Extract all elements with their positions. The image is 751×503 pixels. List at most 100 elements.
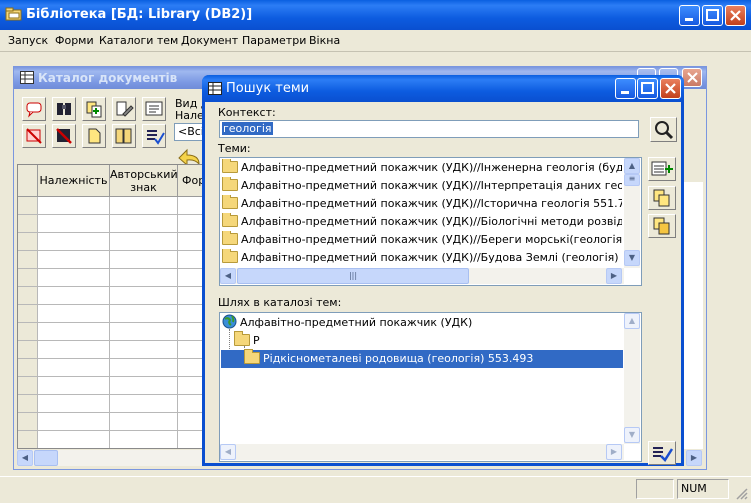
- scroll-up-button[interactable]: ▲: [624, 158, 640, 174]
- topics-list[interactable]: Алфавітно-предметний покажчик (УДК)//Інж…: [219, 157, 642, 286]
- topic-list-item[interactable]: Алфавітно-предметний покажчик (УДК)//Буд…: [222, 249, 622, 267]
- scroll-left-button[interactable]: ◀: [220, 444, 236, 460]
- minimize-button[interactable]: [679, 5, 700, 26]
- grid-cell[interactable]: [178, 377, 204, 395]
- add-record-button[interactable]: [82, 97, 106, 121]
- confirm-topic-button[interactable]: [648, 441, 676, 465]
- grid-cell[interactable]: [38, 323, 110, 341]
- grid-cell[interactable]: [178, 395, 204, 413]
- topics-scroll-thumb[interactable]: ≡: [624, 174, 640, 186]
- topic-list-item[interactable]: Алфавітно-предметний покажчик (УДК)//Інж…: [222, 159, 622, 177]
- column-header-belonging[interactable]: Належність: [38, 165, 110, 197]
- grid-cell[interactable]: [178, 215, 204, 233]
- grid-row-header[interactable]: [18, 413, 38, 431]
- scroll-down-button[interactable]: ▼: [624, 427, 640, 443]
- topic-list-item[interactable]: Алфавітно-предметний покажчик (УДК)//Бер…: [222, 231, 622, 249]
- scroll-right-button[interactable]: ▶: [606, 268, 622, 284]
- grid-cell[interactable]: [38, 287, 110, 305]
- main-title-bar[interactable]: Бібліотека [БД: Library (DB2)]: [0, 0, 751, 30]
- add-topic-button[interactable]: [648, 157, 676, 181]
- delete-button[interactable]: [22, 124, 46, 148]
- grid-scroll-thumb[interactable]: [34, 450, 58, 466]
- tree-node-r[interactable]: Р: [234, 331, 260, 350]
- menu-document[interactable]: Документ: [181, 34, 238, 47]
- column-header-form[interactable]: Фор: [178, 165, 204, 197]
- open-book-button[interactable]: [112, 124, 136, 148]
- topics-vertical-scrollbar[interactable]: ▲ ≡ ▼: [624, 158, 640, 268]
- apply-button[interactable]: [142, 124, 166, 148]
- close-button[interactable]: [725, 5, 746, 26]
- search-topic-dialog[interactable]: Пошук теми Контекст: геологія Теми: Алфа…: [202, 75, 684, 466]
- grid-cell[interactable]: [38, 215, 110, 233]
- grid-cell[interactable]: [110, 431, 178, 448]
- grid-cell[interactable]: [38, 341, 110, 359]
- paste-topic-button[interactable]: [648, 214, 676, 238]
- scroll-down-button[interactable]: ▼: [624, 250, 640, 266]
- topic-list-item[interactable]: Алфавітно-предметний покажчик (УДК)//Іст…: [222, 195, 622, 213]
- menu-windows[interactable]: Вікна: [309, 34, 340, 47]
- grid-cell[interactable]: [178, 287, 204, 305]
- menu-launch[interactable]: Запуск: [8, 34, 48, 47]
- grid-cell[interactable]: [178, 413, 204, 431]
- tree-root-node[interactable]: Алфавітно-предметний покажчик (УДК): [222, 314, 472, 332]
- scroll-up-button[interactable]: ▲: [624, 313, 640, 329]
- menu-settings[interactable]: Параметри: [242, 34, 306, 47]
- grid-cell[interactable]: [178, 197, 204, 215]
- column-header-author-sign[interactable]: Авторський знак: [110, 165, 178, 197]
- grid-row-header[interactable]: [18, 359, 38, 377]
- dialog-maximize-button[interactable]: [637, 78, 658, 99]
- grid-cell[interactable]: [38, 413, 110, 431]
- grid-row-header[interactable]: [18, 251, 38, 269]
- catalog-path-tree[interactable]: Алфавітно-предметний покажчик (УДК) Р Рі…: [219, 312, 642, 462]
- new-document-button[interactable]: [22, 97, 46, 121]
- grid-cell[interactable]: [38, 359, 110, 377]
- grid-row-header[interactable]: [18, 215, 38, 233]
- scroll-right-button[interactable]: ▶: [686, 450, 702, 466]
- grid-cell[interactable]: [110, 251, 178, 269]
- edit-record-button[interactable]: [112, 97, 136, 121]
- menu-topic-catalogs[interactable]: Каталоги тем: [99, 34, 178, 47]
- grid-cell[interactable]: [38, 233, 110, 251]
- grid-cell[interactable]: [178, 269, 204, 287]
- grid-row-header[interactable]: [18, 305, 38, 323]
- grid-row-header[interactable]: [18, 269, 38, 287]
- grid-horizontal-scrollbar[interactable]: ◀: [17, 450, 205, 466]
- grid-cell[interactable]: [38, 269, 110, 287]
- path-horizontal-scrollbar[interactable]: ◀ ▶: [220, 444, 624, 460]
- menu-forms[interactable]: Форми: [55, 34, 94, 47]
- grid-cell[interactable]: [178, 251, 204, 269]
- grid-cell[interactable]: [38, 251, 110, 269]
- new-page-button[interactable]: [82, 124, 106, 148]
- resize-grip-icon[interactable]: [734, 486, 748, 500]
- grid-cell[interactable]: [178, 233, 204, 251]
- tree-node-selected[interactable]: Рідкіснометалеві родовища (геологія) 553…: [244, 349, 533, 368]
- copy-topic-button[interactable]: [648, 186, 676, 210]
- grid-cell[interactable]: [38, 395, 110, 413]
- documents-grid[interactable]: Належність Авторський знак Фор: [17, 164, 205, 449]
- scroll-left-button[interactable]: ◀: [220, 268, 236, 284]
- grid-cell[interactable]: [110, 377, 178, 395]
- grid-row-header[interactable]: [18, 323, 38, 341]
- topic-list-item[interactable]: Алфавітно-предметний покажчик (УДК)//Біо…: [222, 213, 622, 231]
- search-button[interactable]: [650, 117, 677, 142]
- grid-cell[interactable]: [38, 377, 110, 395]
- maximize-button[interactable]: [702, 5, 723, 26]
- grid-cell[interactable]: [110, 323, 178, 341]
- grid-cell[interactable]: [110, 269, 178, 287]
- grid-cell[interactable]: [110, 359, 178, 377]
- scroll-left-button[interactable]: ◀: [17, 450, 33, 466]
- grid-cell[interactable]: [38, 197, 110, 215]
- grid-cell[interactable]: [178, 323, 204, 341]
- find-document-button[interactable]: [52, 97, 76, 121]
- grid-row-header[interactable]: [18, 287, 38, 305]
- dialog-title-bar[interactable]: Пошук теми: [202, 75, 684, 102]
- topics-horizontal-scrollbar[interactable]: ◀ ||| ▶: [220, 268, 624, 284]
- grid-row-header[interactable]: [18, 197, 38, 215]
- catalog-close-button[interactable]: [682, 68, 702, 87]
- grid-cell[interactable]: [110, 305, 178, 323]
- dialog-minimize-button[interactable]: [615, 78, 636, 99]
- grid-cell[interactable]: [110, 413, 178, 431]
- grid-row-header[interactable]: [18, 395, 38, 413]
- grid-cell[interactable]: [178, 359, 204, 377]
- grid-cell[interactable]: [110, 287, 178, 305]
